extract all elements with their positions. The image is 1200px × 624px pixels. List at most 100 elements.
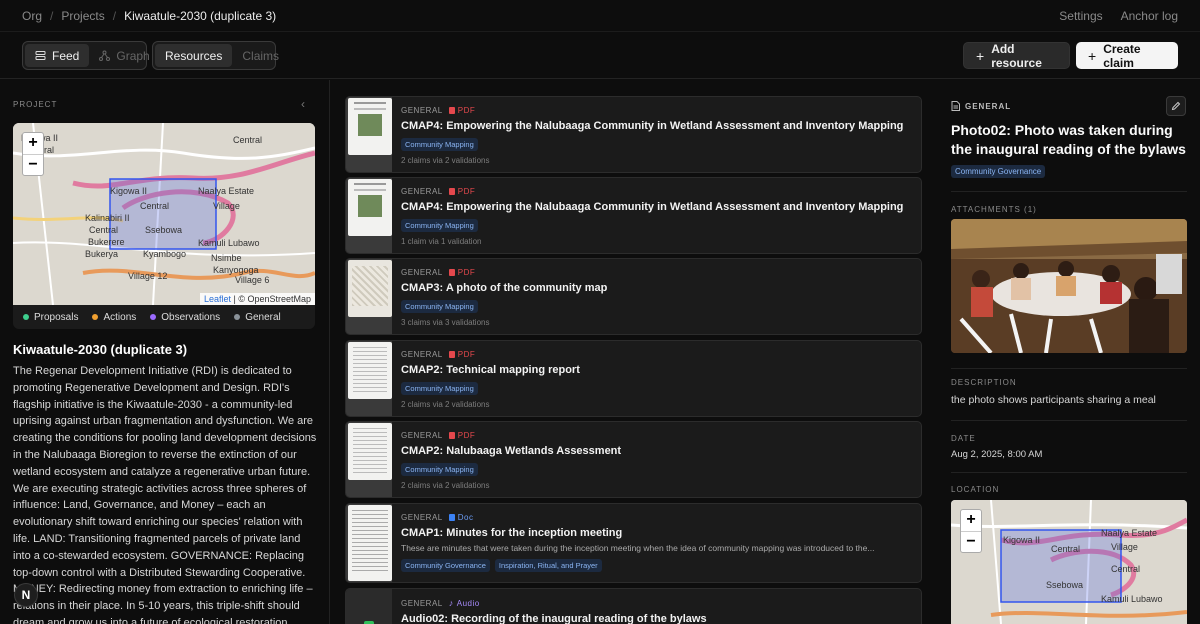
- map-label: Village 12: [128, 271, 168, 281]
- resource-type: Audio: [456, 598, 480, 608]
- map-label: Kamuli Lubawo: [198, 238, 260, 248]
- resources-tab[interactable]: Resources: [155, 44, 233, 67]
- resource-tag[interactable]: Inspiration, Ritual, and Prayer: [494, 559, 602, 572]
- resource-type: Doc: [457, 513, 474, 522]
- resource-category: GENERAL: [401, 106, 443, 115]
- detail-category: GENERAL: [951, 101, 1011, 111]
- breadcrumb-current: Kiwaatule-2030 (duplicate 3): [124, 8, 277, 23]
- resource-claims-count: 2 claims via 2 validations: [401, 400, 490, 409]
- feed-icon: [35, 51, 46, 60]
- legend-label: Actions: [103, 311, 137, 323]
- general-dot-icon: [234, 313, 241, 320]
- divider: [951, 368, 1187, 369]
- map-label: Central: [233, 135, 263, 145]
- resource-tag[interactable]: Community Mapping: [401, 463, 478, 476]
- resource-thumbnail: [346, 97, 392, 172]
- feed-tab-label: Feed: [52, 48, 80, 63]
- resource-card[interactable]: GENERAL Doc CMAP1: Minutes for the incept…: [345, 503, 922, 583]
- resource-card[interactable]: GENERAL PDF CMAP4: Empowering the Nalubaa…: [345, 96, 922, 173]
- resource-tag[interactable]: Community Mapping: [401, 219, 478, 232]
- breadcrumb-org[interactable]: Org: [22, 9, 42, 23]
- settings-link[interactable]: Settings: [1059, 9, 1102, 23]
- location-map[interactable]: Kigowa II Naalya Estate Village Central …: [951, 500, 1187, 624]
- resource-tag[interactable]: Community Mapping: [401, 300, 478, 313]
- resource-tag[interactable]: Community Mapping: [401, 138, 478, 151]
- create-claim-button[interactable]: + Create claim: [1076, 42, 1178, 70]
- map-label: Kigowa II: [1003, 535, 1041, 545]
- resource-card[interactable]: GENERAL PDF CMAP3: A photo of the communi…: [345, 258, 922, 335]
- breadcrumb-projects[interactable]: Projects: [61, 9, 104, 23]
- photo-image: [951, 219, 1187, 353]
- resource-card[interactable]: GENERAL PDF CMAP2: Nalubaaga Wetlands Ass…: [345, 421, 922, 498]
- detail-date: Aug 2, 2025, 8:00 AM: [951, 449, 1043, 460]
- legend-label: Observations: [161, 311, 221, 323]
- map-label: Ssebowa: [145, 225, 183, 235]
- zoom-out-button[interactable]: −: [961, 530, 981, 552]
- collapse-chevron-icon[interactable]: ‹: [301, 97, 305, 111]
- legend-item[interactable]: General: [234, 312, 281, 323]
- pdf-icon: [448, 351, 455, 358]
- resource-tag[interactable]: Community Governance: [401, 559, 490, 572]
- detail-title: Photo02: Photo was taken during the inau…: [951, 122, 1186, 157]
- legend-item[interactable]: Proposals: [23, 312, 78, 323]
- resource-thumbnail: [346, 178, 392, 253]
- doc-icon: [448, 514, 455, 521]
- zoom-out-button[interactable]: −: [23, 153, 43, 175]
- attachment-photo[interactable]: [951, 219, 1187, 353]
- zoom-in-button[interactable]: +: [23, 133, 43, 154]
- project-map[interactable]: Kigowa II Central Kigowa II Naalya Estat…: [13, 123, 315, 305]
- resource-claims-count: 2 claims via 2 validations: [401, 156, 490, 165]
- resource-card[interactable]: GENERAL PDF CMAP2: Technical mapping repo…: [345, 340, 922, 417]
- map-label: Central: [89, 225, 119, 235]
- pdf-icon: [448, 269, 455, 276]
- resource-card[interactable]: GENERAL ♪ Audio Audio02: Recording of the …: [345, 588, 922, 624]
- add-resource-label: Add resource: [991, 41, 1042, 70]
- legend-item[interactable]: Observations: [150, 312, 220, 323]
- attachments-label: ATTACHMENTS (1): [951, 205, 1037, 214]
- map-label: Village: [1111, 542, 1138, 552]
- resource-title: CMAP2: Technical mapping report: [401, 364, 580, 376]
- resource-thumbnail: [346, 504, 392, 582]
- graph-tab[interactable]: Graph: [89, 44, 159, 67]
- map-label: Bukerya: [85, 249, 119, 259]
- toolbar: Feed Graph Resources Claims + Add resour…: [0, 32, 1200, 79]
- resource-card[interactable]: GENERAL PDF CMAP4: Empowering the Nalubaa…: [345, 177, 922, 254]
- resource-claims-count: 3 claims via 3 validations: [401, 318, 490, 327]
- claims-tab[interactable]: Claims: [232, 44, 289, 67]
- project-panel: PROJECT ‹ Kigowa II Central Kigowa II Na…: [0, 80, 330, 624]
- resource-title: CMAP1: Minutes for the inception meeting: [401, 527, 623, 539]
- edit-button[interactable]: [1166, 96, 1186, 116]
- graph-icon: [99, 50, 111, 61]
- app-logo-button[interactable]: N: [14, 583, 38, 607]
- resource-feed: GENERAL PDF CMAP4: Empowering the Nalubaa…: [331, 80, 936, 624]
- add-resource-button[interactable]: + Add resource: [963, 41, 1070, 70]
- legend-item[interactable]: Actions: [92, 312, 136, 323]
- map-zoom-control: + −: [22, 132, 44, 176]
- feed-tab[interactable]: Feed: [25, 44, 90, 67]
- detail-description: the photo shows participants sharing a m…: [951, 394, 1156, 406]
- leaflet-link[interactable]: Leaflet: [204, 294, 231, 304]
- detail-category-label: GENERAL: [965, 101, 1012, 111]
- music-note-icon: ♪: [448, 598, 454, 608]
- zoom-in-button[interactable]: +: [961, 510, 981, 531]
- resource-thumbnail: [346, 422, 392, 497]
- plus-icon: +: [1088, 47, 1097, 64]
- map-label: Central: [140, 201, 170, 211]
- map-label: Bukerere: [88, 237, 125, 247]
- map-label: Village: [213, 201, 240, 211]
- resource-type: PDF: [457, 350, 476, 359]
- resource-category: GENERAL: [401, 350, 443, 359]
- description-label: DESCRIPTION: [951, 378, 1017, 387]
- map-label: Kanyogoga: [213, 265, 259, 275]
- osm-attribution[interactable]: | © OpenStreetMap: [233, 294, 311, 304]
- legend-label: Proposals: [34, 311, 79, 323]
- detail-tag[interactable]: Community Governance: [951, 165, 1046, 178]
- breadcrumb-separator: /: [112, 8, 117, 23]
- resource-tag[interactable]: Community Mapping: [401, 382, 478, 395]
- graph-tab-label: Graph: [116, 48, 150, 63]
- anchor-log-link[interactable]: Anchor log: [1121, 9, 1178, 23]
- map-label: Kalinabiri II: [85, 213, 130, 223]
- resource-category: GENERAL: [401, 268, 443, 277]
- map-label: Kyambogo: [143, 249, 187, 259]
- top-bar: Org / Projects / Kiwaatule-2030 (duplica…: [0, 0, 1200, 32]
